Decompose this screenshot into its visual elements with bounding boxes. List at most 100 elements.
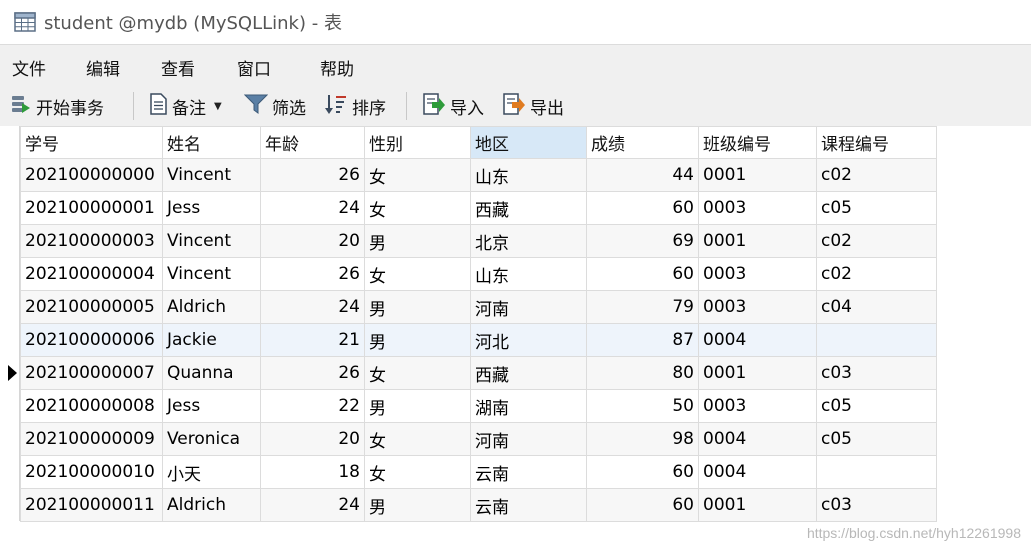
cell-course-id[interactable]: c05 <box>816 422 937 456</box>
cell-student-id[interactable]: 202100000001 <box>20 191 163 225</box>
cell-class-id[interactable]: 0004 <box>698 455 817 489</box>
menu-file[interactable]: 文件 <box>12 55 46 80</box>
table-row[interactable]: 202100000008 Jess 22 男湖南 50 0003 c05 <box>20 389 937 423</box>
cell-gender[interactable]: 女 <box>364 257 471 291</box>
cell-region[interactable]: 山东 <box>470 158 587 192</box>
cell-course-id[interactable]: c03 <box>816 356 937 390</box>
cell-name[interactable]: Aldrich <box>162 290 261 324</box>
cell-age[interactable]: 20 <box>260 224 365 258</box>
cell-gender[interactable]: 女 <box>364 356 471 390</box>
chevron-down-icon[interactable]: ▼ <box>214 101 222 112</box>
cell-course-id[interactable]: c04 <box>816 290 937 324</box>
cell-name[interactable]: Jackie <box>162 323 261 357</box>
cell-course-id[interactable] <box>816 323 937 357</box>
cell-course-id[interactable]: c02 <box>816 224 937 258</box>
column-header-score[interactable]: 成绩 <box>586 126 699 159</box>
cell-class-id[interactable]: 0004 <box>698 323 817 357</box>
menu-help[interactable]: 帮助 <box>320 55 354 80</box>
cell-gender[interactable]: 女 <box>364 191 471 225</box>
cell-class-id[interactable]: 0004 <box>698 422 817 456</box>
cell-name[interactable]: Vincent <box>162 158 261 192</box>
cell-score[interactable]: 60 <box>586 455 699 489</box>
cell-gender[interactable]: 女 <box>364 455 471 489</box>
memo-button[interactable]: 备注 ▼ <box>148 92 222 119</box>
column-header-name[interactable]: 姓名 <box>162 126 261 159</box>
cell-class-id[interactable]: 0003 <box>698 257 817 291</box>
column-header-gender[interactable]: 性别 <box>364 126 471 159</box>
table-row[interactable]: 202100000006 Jackie 21 男河北 87 0004 <box>20 323 937 357</box>
cell-student-id[interactable]: 202100000007 <box>20 356 163 390</box>
column-header-region[interactable]: 地区 <box>470 126 587 159</box>
cell-gender[interactable]: 男 <box>364 224 471 258</box>
cell-region[interactable]: 北京 <box>470 224 587 258</box>
cell-age[interactable]: 20 <box>260 422 365 456</box>
cell-region[interactable]: 西藏 <box>470 356 587 390</box>
cell-age[interactable]: 24 <box>260 488 365 522</box>
table-row[interactable]: 202100000004 Vincent 26 女山东 60 0003 c02 <box>20 257 937 291</box>
cell-score[interactable]: 60 <box>586 488 699 522</box>
cell-name[interactable]: Veronica <box>162 422 261 456</box>
menu-view[interactable]: 查看 <box>161 55 195 80</box>
cell-score[interactable]: 69 <box>586 224 699 258</box>
cell-course-id[interactable]: c02 <box>816 257 937 291</box>
cell-name[interactable]: Quanna <box>162 356 261 390</box>
table-row[interactable]: 202100000010 小天 18 女云南 60 0004 <box>20 455 937 489</box>
cell-class-id[interactable]: 0003 <box>698 191 817 225</box>
cell-student-id[interactable]: 202100000005 <box>20 290 163 324</box>
cell-region[interactable]: 河南 <box>470 290 587 324</box>
filter-button[interactable]: 筛选 <box>243 93 306 119</box>
cell-gender[interactable]: 男 <box>364 389 471 423</box>
cell-name[interactable]: Aldrich <box>162 488 261 522</box>
import-button[interactable]: 导入 <box>422 92 484 119</box>
cell-gender[interactable]: 女 <box>364 422 471 456</box>
cell-course-id[interactable]: c03 <box>816 488 937 522</box>
cell-student-id[interactable]: 202100000004 <box>20 257 163 291</box>
cell-name[interactable]: Jess <box>162 389 261 423</box>
cell-score[interactable]: 60 <box>586 191 699 225</box>
column-header-student-id[interactable]: 学号 <box>20 126 163 159</box>
cell-gender[interactable]: 男 <box>364 323 471 357</box>
cell-age[interactable]: 21 <box>260 323 365 357</box>
export-button[interactable]: 导出 <box>502 92 564 119</box>
cell-age[interactable]: 24 <box>260 290 365 324</box>
table-row[interactable]: 202100000001 Jess 24 女西藏 60 0003 c05 <box>20 191 937 225</box>
cell-region[interactable]: 湖南 <box>470 389 587 423</box>
cell-age[interactable]: 26 <box>260 257 365 291</box>
cell-name[interactable]: Jess <box>162 191 261 225</box>
sort-button[interactable]: 排序 <box>324 93 386 119</box>
cell-gender[interactable]: 女 <box>364 158 471 192</box>
cell-age[interactable]: 24 <box>260 191 365 225</box>
cell-gender[interactable]: 男 <box>364 488 471 522</box>
cell-student-id[interactable]: 202100000011 <box>20 488 163 522</box>
menu-edit[interactable]: 编辑 <box>86 55 120 80</box>
cell-gender[interactable]: 男 <box>364 290 471 324</box>
cell-age[interactable]: 26 <box>260 356 365 390</box>
row-selector-column[interactable] <box>0 126 20 521</box>
cell-class-id[interactable]: 0001 <box>698 224 817 258</box>
cell-score[interactable]: 87 <box>586 323 699 357</box>
cell-course-id[interactable]: c02 <box>816 158 937 192</box>
cell-name[interactable]: Vincent <box>162 224 261 258</box>
cell-student-id[interactable]: 202100000003 <box>20 224 163 258</box>
table-row[interactable]: 202100000000 Vincent 26 女山东 44 0001 c02 <box>20 158 937 192</box>
table-row[interactable]: 202100000003 Vincent 20 男北京 69 0001 c02 <box>20 224 937 258</box>
cell-region[interactable]: 山东 <box>470 257 587 291</box>
table-row[interactable]: 202100000011 Aldrich 24 男云南 60 0001 c03 <box>20 488 937 522</box>
table-row[interactable]: 202100000009 Veronica 20 女河南 98 0004 c05 <box>20 422 937 456</box>
cell-class-id[interactable]: 0003 <box>698 389 817 423</box>
cell-course-id[interactable] <box>816 455 937 489</box>
cell-student-id[interactable]: 202100000000 <box>20 158 163 192</box>
cell-region[interactable]: 河南 <box>470 422 587 456</box>
cell-age[interactable]: 18 <box>260 455 365 489</box>
cell-score[interactable]: 44 <box>586 158 699 192</box>
begin-transaction-button[interactable]: 开始事务 <box>10 93 104 119</box>
cell-class-id[interactable]: 0003 <box>698 290 817 324</box>
cell-region[interactable]: 西藏 <box>470 191 587 225</box>
cell-student-id[interactable]: 202100000010 <box>20 455 163 489</box>
cell-class-id[interactable]: 0001 <box>698 488 817 522</box>
column-header-age[interactable]: 年龄 <box>260 126 365 159</box>
cell-region[interactable]: 云南 <box>470 455 587 489</box>
cell-score[interactable]: 98 <box>586 422 699 456</box>
cell-score[interactable]: 79 <box>586 290 699 324</box>
column-header-class-id[interactable]: 班级编号 <box>698 126 817 159</box>
